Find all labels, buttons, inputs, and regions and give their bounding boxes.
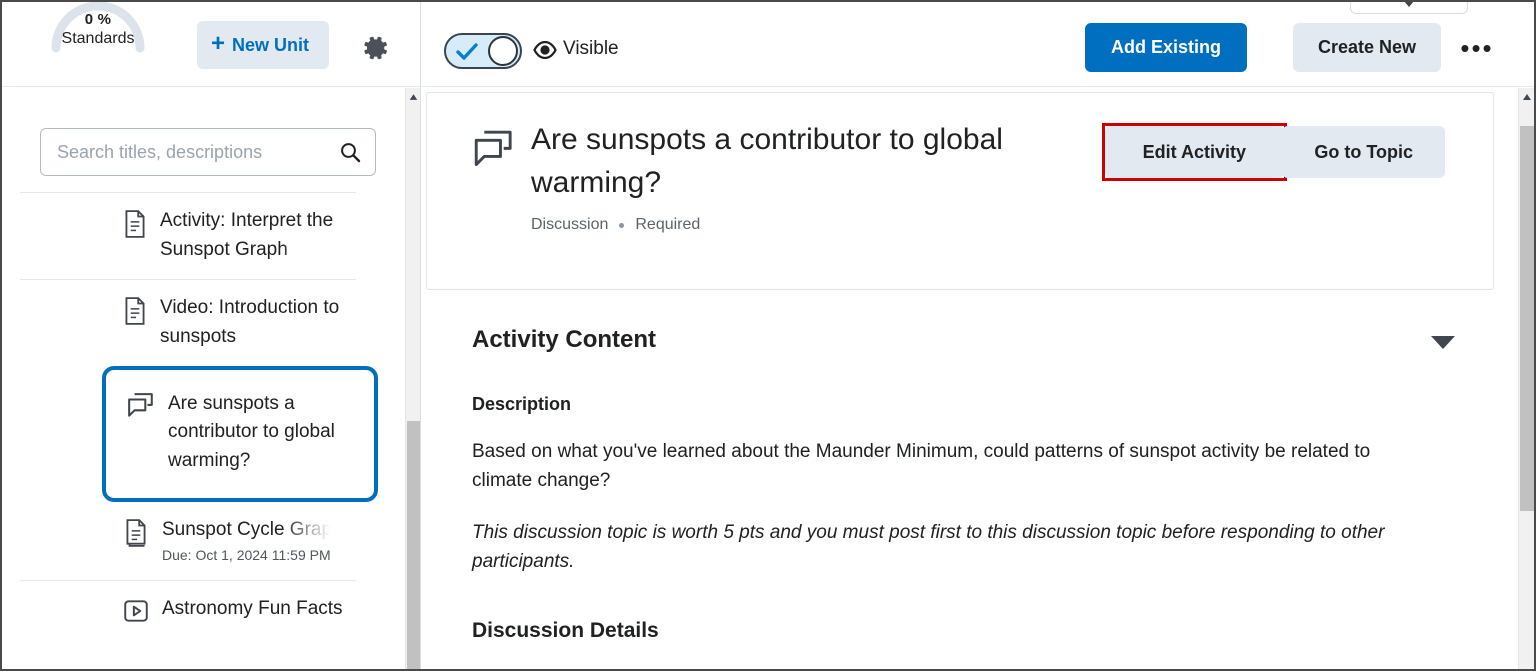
list-item-title: Sunspot Cycle Graph — [162, 516, 344, 545]
scroll-up-arrow-icon[interactable] — [406, 90, 421, 104]
left-panel: 0 % Standards + New Unit Search titles, … — [2, 2, 421, 669]
list-item-title: Are sunspots a contributor to global war… — [168, 390, 358, 477]
chevron-down-icon[interactable] — [1430, 334, 1456, 350]
activity-content-body: Activity Content Description Based on wh… — [422, 290, 1518, 669]
application-window: 0 % Standards + New Unit Search titles, … — [0, 0, 1536, 671]
toggle-knob — [488, 36, 518, 66]
list-item-title: Activity: Interpret the Sunspot Graph — [160, 207, 342, 265]
visibility-toggle[interactable] — [444, 33, 522, 69]
visible-label: Visible — [563, 38, 619, 59]
description-note: This discussion topic is worth 5 pts and… — [472, 521, 1385, 573]
gauge-text-group: 0 % Standards — [42, 10, 154, 50]
search-input[interactable] — [40, 128, 376, 176]
activity-type: Discussion — [531, 216, 609, 234]
list-item[interactable]: Astronomy Fun Facts — [2, 581, 406, 639]
description-paragraph: Based on what you've learned about the M… — [472, 441, 1371, 492]
activity-meta: Discussion Required — [531, 216, 1465, 234]
details-row-key: Start thread to view — [472, 667, 742, 669]
partial-dropdown[interactable] — [1350, 2, 1468, 14]
list-item-due-date: Due: Oct 1, 2024 11:59 PM — [162, 547, 331, 563]
discussion-icon — [128, 392, 153, 417]
more-actions-button[interactable]: ••• — [1459, 34, 1495, 62]
assignment-icon — [126, 519, 146, 547]
gear-icon[interactable] — [362, 34, 390, 62]
chevron-down-icon — [1404, 2, 1414, 7]
document-icon — [125, 210, 145, 238]
list-item-text: Activity: Interpret the Sunspot Graph — [160, 207, 342, 265]
right-panel-scrollbar[interactable] — [1518, 88, 1535, 669]
list-item-selected[interactable]: Are sunspots a contributor to global war… — [102, 365, 378, 503]
new-unit-label: New Unit — [232, 34, 310, 55]
discussion-details-heading: Discussion Details — [472, 618, 659, 642]
right-panel-toolbar: Visible Add Existing Create New ••• — [422, 2, 1534, 87]
search-icon[interactable] — [338, 140, 362, 164]
activity-required-badge: Required — [635, 216, 701, 234]
list-item-title: Astronomy Fun Facts — [162, 597, 343, 619]
go-to-topic-button[interactable]: Go to Topic — [1282, 126, 1445, 178]
right-panel: Visible Add Existing Create New ••• Are … — [422, 2, 1534, 669]
create-new-button[interactable]: Create New — [1292, 23, 1441, 72]
list-item[interactable]: Sunspot Cycle Graph Due: Oct 1, 2024 11:… — [2, 502, 406, 580]
description-label: Description — [472, 394, 572, 414]
unit-content-list[interactable]: Activity: Interpret the Sunspot Graph Vi… — [2, 192, 406, 669]
new-unit-button[interactable]: + New Unit — [197, 21, 330, 69]
list-item-text: Are sunspots a contributor to global war… — [168, 390, 358, 477]
list-item[interactable]: Activity: Interpret the Sunspot Graph — [2, 193, 406, 279]
left-scrollbar-thumb[interactable] — [407, 421, 420, 669]
scroll-up-arrow-icon[interactable] — [1519, 90, 1535, 104]
right-scrollbar-thumb[interactable] — [1520, 126, 1534, 511]
video-icon — [124, 600, 148, 622]
edit-activity-highlight: Edit Activity — [1101, 123, 1287, 181]
standards-gauge: 0 % Standards — [42, 2, 154, 72]
gauge-percent: 0 % — [84, 11, 112, 28]
list-item-text: Video: Introduction to sunspots — [160, 294, 342, 352]
right-panel-content: Are sunspots a contributor to global war… — [422, 88, 1518, 669]
search-field-wrapper[interactable] — [40, 128, 376, 176]
edit-activity-button[interactable]: Edit Activity — [1104, 126, 1284, 178]
list-item-text: Astronomy Fun Facts — [162, 595, 344, 624]
list-item-title: Video: Introduction to sunspots — [160, 296, 340, 347]
list-item[interactable]: Video: Introduction to sunspots — [2, 280, 406, 366]
document-icon — [125, 296, 145, 325]
check-icon — [456, 43, 478, 60]
eye-icon — [533, 41, 557, 59]
activity-content-heading: Activity Content — [472, 326, 657, 353]
left-panel-scrollbar[interactable] — [405, 88, 421, 669]
list-item-text: Sunspot Cycle Graph Due: Oct 1, 2024 11:… — [162, 516, 344, 566]
details-row-value: Must start a thread to read and review o… — [742, 667, 1171, 669]
page-title: Are sunspots a contributor to global war… — [531, 123, 1003, 199]
activity-header-card: Are sunspots a contributor to global war… — [426, 92, 1494, 290]
gauge-label: Standards — [61, 30, 135, 48]
meta-separator-dot — [619, 222, 625, 228]
discussion-icon — [474, 130, 512, 166]
details-row: Start thread to view Must start a thread… — [472, 667, 1490, 669]
add-existing-button[interactable]: Add Existing — [1084, 23, 1247, 72]
left-panel-header: 0 % Standards + New Unit — [2, 2, 420, 87]
